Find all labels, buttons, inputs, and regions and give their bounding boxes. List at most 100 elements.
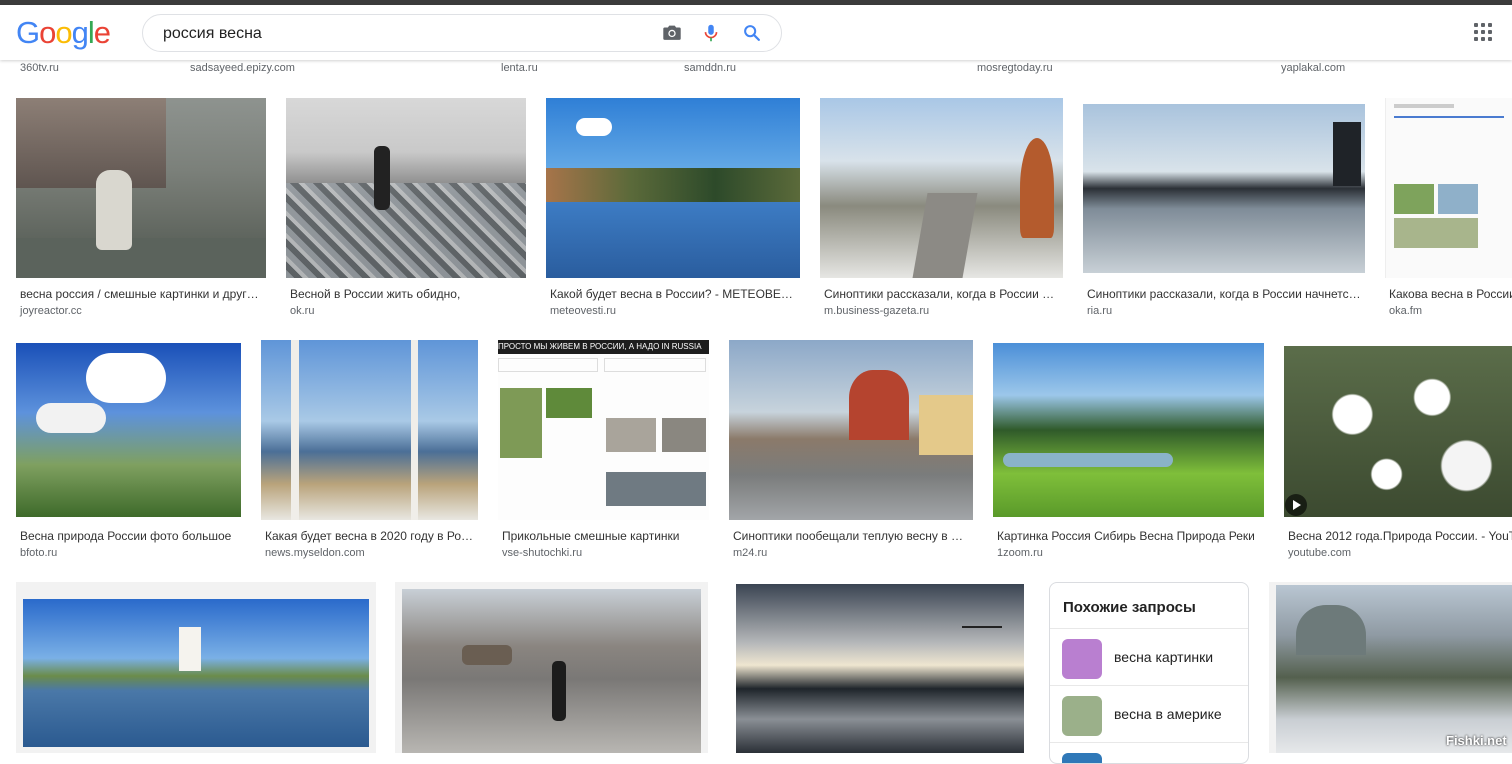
building-shape bbox=[16, 98, 166, 188]
related-thumb bbox=[1062, 696, 1102, 736]
result-domain[interactable]: 1zoom.ru bbox=[997, 547, 1043, 559]
result-domain[interactable]: oka.fm bbox=[1389, 305, 1422, 317]
related-search-item[interactable]: весна картинки bbox=[1050, 628, 1248, 685]
screenshot-line bbox=[1394, 104, 1454, 108]
image-result[interactable] bbox=[1385, 98, 1512, 278]
source-link[interactable]: sadsayeed.epizy.com bbox=[190, 62, 295, 74]
related-thumb bbox=[1062, 639, 1102, 679]
related-search-item[interactable]: весна в америке bbox=[1050, 685, 1248, 742]
result-domain[interactable]: bfoto.ru bbox=[20, 547, 57, 559]
building-shape bbox=[919, 395, 973, 455]
fortress-silhouette bbox=[1333, 122, 1361, 186]
image-result[interactable] bbox=[1284, 346, 1512, 517]
result-caption[interactable]: Синоптики рассказали, когда в России нач… bbox=[1087, 287, 1361, 301]
screenshot-thumb bbox=[1394, 218, 1478, 248]
play-icon[interactable] bbox=[1285, 494, 1307, 516]
search-input[interactable] bbox=[161, 21, 645, 47]
source-link[interactable]: 360tv.ru bbox=[20, 62, 59, 74]
result-caption[interactable]: Прикольные смешные картинки bbox=[502, 529, 705, 543]
building-dome bbox=[1296, 605, 1366, 655]
result-domain[interactable]: youtube.com bbox=[1288, 547, 1351, 559]
source-link[interactable]: lenta.ru bbox=[501, 62, 538, 74]
image-result[interactable] bbox=[286, 98, 526, 278]
related-thumb bbox=[1062, 753, 1102, 763]
cathedral-shape bbox=[849, 370, 909, 440]
crane-shape bbox=[962, 626, 1002, 628]
stream-shape bbox=[1003, 453, 1173, 467]
source-link[interactable]: samddn.ru bbox=[684, 62, 736, 74]
person-figure bbox=[552, 661, 566, 721]
image-result[interactable] bbox=[1269, 582, 1512, 753]
image-result[interactable] bbox=[395, 582, 708, 753]
image-result[interactable] bbox=[546, 98, 800, 278]
related-search-item[interactable] bbox=[1050, 742, 1248, 763]
result-domain[interactable]: joyreactor.cc bbox=[20, 305, 82, 317]
apps-grid-icon[interactable] bbox=[1474, 23, 1492, 41]
image-result[interactable] bbox=[16, 98, 266, 278]
church-shape bbox=[179, 627, 201, 671]
result-domain[interactable]: news.myseldon.com bbox=[265, 547, 365, 559]
result-domain[interactable]: ria.ru bbox=[1087, 305, 1112, 317]
church-lake-photo bbox=[23, 599, 369, 747]
fake-searchbox bbox=[498, 358, 598, 372]
image-result[interactable] bbox=[993, 343, 1264, 517]
related-searches-panel: Похожие запросы весна картинки весна в а… bbox=[1049, 582, 1249, 764]
source-link[interactable]: mosregtoday.ru bbox=[977, 62, 1053, 74]
result-domain[interactable]: m24.ru bbox=[733, 547, 767, 559]
result-domain[interactable]: m.business-gazeta.ru bbox=[824, 305, 929, 317]
google-logo[interactable]: Google bbox=[16, 15, 111, 51]
result-caption[interactable]: Какова весна в России bbox=[1389, 287, 1512, 301]
search-icon[interactable] bbox=[741, 22, 763, 44]
result-caption[interactable]: весна россия / смешные картинки и другие… bbox=[20, 287, 262, 301]
source-link[interactable]: yaplakal.com bbox=[1281, 62, 1345, 74]
microphone-icon[interactable] bbox=[700, 22, 722, 44]
watermark: Fishki.net bbox=[1446, 733, 1507, 748]
meme-thumb bbox=[546, 388, 592, 418]
result-caption[interactable]: Какой будет весна в России? - МЕТЕОВЕСТИ bbox=[550, 287, 796, 301]
walkway-shape bbox=[912, 193, 978, 278]
image-result[interactable] bbox=[1083, 104, 1365, 273]
lake-reflection bbox=[546, 202, 800, 278]
meme-thumb bbox=[662, 418, 706, 452]
result-caption[interactable]: Весна природа России фото большое bbox=[20, 529, 237, 543]
image-result[interactable] bbox=[16, 343, 241, 517]
snowy-park-photo bbox=[1276, 585, 1512, 753]
related-search-label: весна в америке bbox=[1114, 706, 1222, 722]
camera-icon[interactable] bbox=[661, 22, 683, 44]
tree-shape bbox=[1020, 138, 1054, 238]
image-result[interactable] bbox=[736, 584, 1024, 753]
cloud-shape bbox=[86, 353, 166, 403]
screenshot-line bbox=[1394, 116, 1504, 118]
result-domain[interactable]: meteovesti.ru bbox=[550, 305, 616, 317]
image-result[interactable] bbox=[820, 98, 1063, 278]
screenshot-thumb bbox=[1438, 184, 1478, 214]
birch-trunk bbox=[291, 340, 299, 520]
related-search-label: весна картинки bbox=[1114, 649, 1214, 665]
logo-letter: o bbox=[39, 15, 56, 50]
logo-letter: e bbox=[93, 15, 111, 50]
fake-searchbox bbox=[604, 358, 706, 372]
cloud-shape bbox=[36, 403, 106, 433]
astronaut-figure bbox=[96, 170, 132, 250]
result-caption[interactable]: Какая будет весна в 2020 году в России bbox=[265, 529, 474, 543]
search-box bbox=[142, 14, 782, 52]
image-result[interactable] bbox=[729, 340, 973, 520]
screenshot-thumb bbox=[1394, 184, 1434, 214]
meme-thumb bbox=[500, 388, 542, 458]
meme-thumb bbox=[606, 418, 656, 452]
image-result[interactable] bbox=[261, 340, 478, 520]
result-domain[interactable]: vse-shutochki.ru bbox=[502, 547, 582, 559]
result-caption[interactable]: Синоптики пообещали теплую весну в Москв… bbox=[733, 529, 969, 543]
related-searches-title: Похожие запросы bbox=[1063, 599, 1196, 616]
image-result[interactable]: ПРОСТО МЫ ЖИВЕМ В РОССИИ, А НАДО IN RUSS… bbox=[498, 340, 709, 520]
person-figure bbox=[374, 146, 390, 210]
meme-thumb bbox=[606, 472, 706, 506]
result-caption[interactable]: Картинка Россия Сибирь Весна Природа Рек… bbox=[997, 529, 1260, 543]
search-header: Google bbox=[0, 5, 1512, 60]
result-caption[interactable]: Синоптики рассказали, когда в России нас… bbox=[824, 287, 1059, 301]
result-domain[interactable]: ok.ru bbox=[290, 305, 314, 317]
image-result[interactable] bbox=[16, 582, 376, 753]
result-caption[interactable]: Весна 2012 года.Природа России. - YouTub… bbox=[1288, 529, 1512, 543]
result-caption[interactable]: Весной в России жить обидно, bbox=[290, 287, 522, 301]
birch-trunk bbox=[411, 340, 418, 520]
